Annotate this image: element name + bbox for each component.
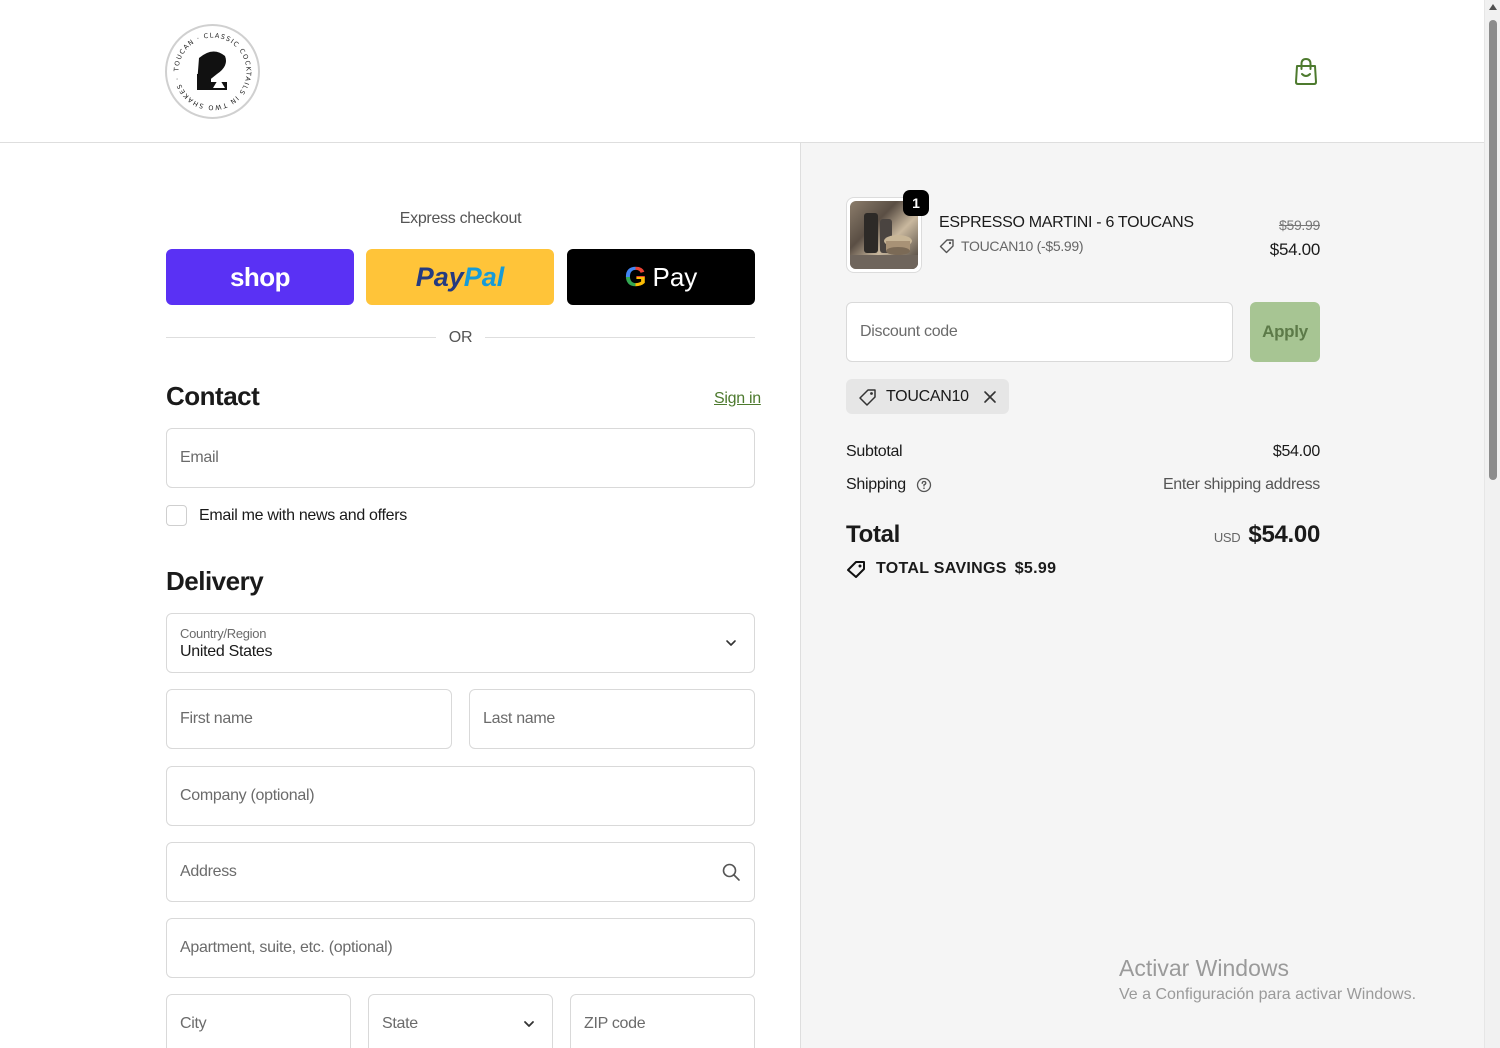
shipping-label: Shipping — [846, 476, 906, 493]
shop-pay-label: shop — [229, 261, 291, 292]
tag-icon — [939, 239, 954, 254]
search-icon[interactable] — [721, 862, 741, 882]
google-pay-button[interactable]: G Pay — [567, 249, 755, 305]
newsletter-checkbox-row[interactable]: Email me with news and offers — [166, 505, 407, 526]
delivery-title: Delivery — [166, 566, 264, 596]
page-scrollbar[interactable] — [1484, 0, 1500, 1048]
tag-icon — [847, 561, 865, 578]
watermark-title: Activar Windows — [1119, 955, 1289, 981]
total-label: Total — [846, 521, 901, 548]
last-name-placeholder: Last name — [483, 710, 556, 727]
quantity-badge: 1 — [903, 190, 929, 216]
currency-code: USD — [1213, 530, 1241, 545]
windows-activation-watermark: Activar Windows Ve a Configuración para … — [1119, 955, 1416, 1004]
subtotal-label: Subtotal — [846, 443, 903, 460]
email-field[interactable]: Email — [166, 428, 755, 488]
country-value: United States — [180, 642, 273, 660]
or-divider: OR — [166, 326, 755, 350]
newsletter-checkbox[interactable] — [166, 505, 187, 526]
subtotal-row: Subtotal $54.00 — [846, 443, 1320, 461]
scroll-up-arrow-icon[interactable] — [1489, 4, 1497, 10]
product-original-price: $59.99 — [1278, 217, 1320, 233]
product-discount-text: TOUCAN10 (-$5.99) — [961, 238, 1084, 254]
last-name-field[interactable]: Last name — [469, 689, 755, 749]
country-label: Country/Region — [180, 625, 267, 641]
watermark-subtitle: Ve a Configuración para activar Windows. — [1119, 986, 1417, 1003]
toucan-logo-icon: TOUCAN · CLASSIC COCKTAILS IN TWO SHAKES… — [172, 31, 251, 111]
apply-button[interactable]: Apply — [1250, 302, 1320, 362]
email-placeholder: Email — [180, 449, 219, 466]
paypal-label-pal: Pal — [463, 261, 505, 292]
applied-code-text: TOUCAN10 — [886, 387, 969, 405]
cart-button[interactable] — [1293, 57, 1319, 85]
product-name: ESPRESSO MARTINI - 6 TOUCANS — [939, 214, 1194, 231]
savings-value: $5.99 — [1014, 560, 1057, 577]
divider-line-left — [166, 337, 436, 338]
apartment-placeholder: Apartment, suite, etc. (optional) — [180, 939, 393, 956]
order-summary-panel — [800, 143, 1484, 1048]
toucan-logo[interactable]: TOUCAN · CLASSIC COCKTAILS IN TWO SHAKES… — [165, 24, 260, 119]
first-name-placeholder: First name — [180, 710, 253, 727]
chevron-down-icon — [524, 1021, 534, 1027]
zip-placeholder: ZIP code — [584, 1015, 646, 1032]
sign-in-link[interactable]: Sign in — [714, 390, 761, 408]
subtotal-value: $54.00 — [1272, 443, 1320, 460]
total-amount: $54.00 — [1248, 521, 1320, 548]
total-value-group: USD $54.00 — [1214, 521, 1320, 549]
company-placeholder: Company (optional) — [180, 787, 315, 804]
apartment-field[interactable]: Apartment, suite, etc. (optional) — [166, 918, 755, 978]
total-savings: TOTAL SAVINGS $5.99 — [846, 559, 1056, 579]
discount-code-field[interactable]: Discount code — [846, 302, 1233, 362]
shop-pay-button[interactable]: shop — [166, 249, 354, 305]
total-row: Total USD $54.00 — [846, 521, 1320, 553]
country-select[interactable]: Country/Region United States — [166, 613, 755, 673]
paypal-label-pay: Pay — [415, 261, 464, 292]
address-field[interactable]: Address — [166, 842, 755, 902]
paypal-button[interactable]: Pay Pal — [366, 249, 554, 305]
newsletter-label: Email me with news and offers — [199, 506, 407, 524]
chevron-down-icon — [726, 640, 736, 646]
google-g-icon: G — [624, 261, 647, 292]
contact-title: Contact — [166, 381, 260, 411]
shipping-value: Enter shipping address — [1162, 476, 1320, 493]
savings-label: TOTAL SAVINGS — [876, 560, 1007, 577]
scroll-thumb[interactable] — [1489, 20, 1497, 480]
address-placeholder: Address — [180, 863, 237, 880]
state-select[interactable]: State — [368, 994, 553, 1048]
or-text: OR — [448, 329, 473, 346]
tag-icon — [859, 388, 876, 406]
shopping-bag-icon — [1295, 57, 1317, 85]
company-field[interactable]: Company (optional) — [166, 766, 755, 826]
google-pay-label: Pay — [652, 261, 698, 292]
product-price: $54.00 — [1269, 240, 1321, 259]
close-icon — [983, 390, 996, 403]
city-placeholder: City — [180, 1015, 207, 1032]
express-checkout-title: Express checkout — [399, 210, 522, 227]
shipping-row: Shipping Enter shipping address — [846, 476, 1320, 494]
help-icon[interactable] — [916, 477, 932, 493]
header: TOUCAN · CLASSIC COCKTAILS IN TWO SHAKES… — [0, 0, 1484, 143]
applied-discount-chip: TOUCAN10 — [846, 379, 1009, 414]
remove-discount-button[interactable] — [983, 390, 997, 404]
first-name-field[interactable]: First name — [166, 689, 452, 749]
city-field[interactable]: City — [166, 994, 351, 1048]
zip-field[interactable]: ZIP code — [570, 994, 755, 1048]
discount-code-placeholder: Discount code — [860, 323, 958, 340]
state-placeholder: State — [382, 1015, 418, 1032]
product-discount-line: TOUCAN10 (-$5.99) — [939, 238, 1084, 254]
divider-line-right — [485, 337, 755, 338]
